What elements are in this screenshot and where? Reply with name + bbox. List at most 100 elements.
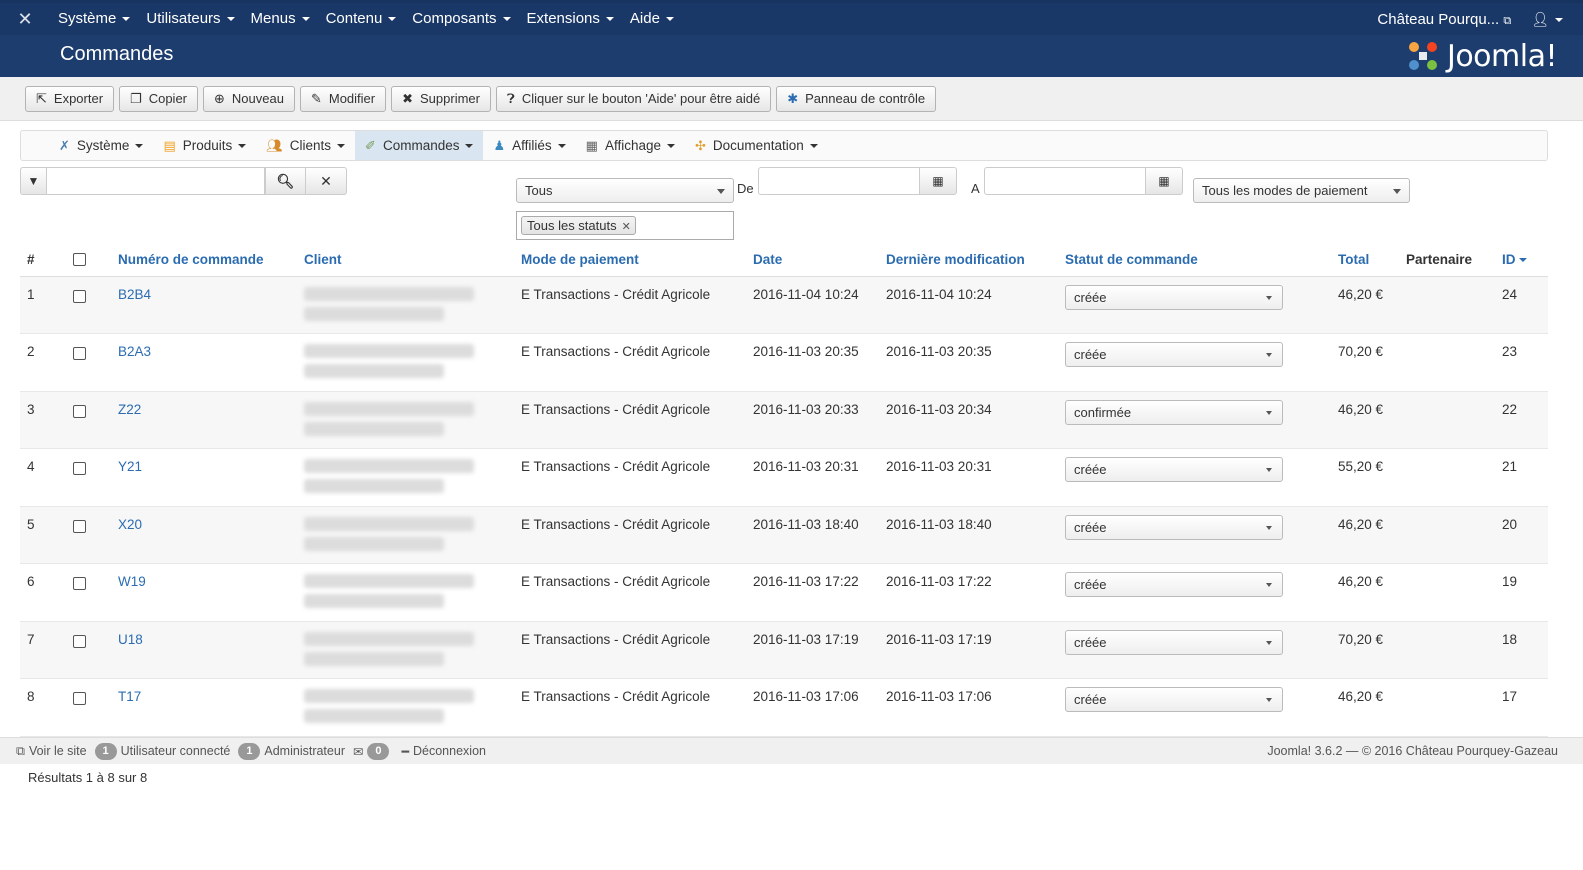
menu-extensions[interactable]: Extensions [519,3,622,35]
select-all-checkbox[interactable] [73,252,86,266]
minus-icon: ━ [401,744,409,759]
row-checkbox[interactable] [73,347,86,360]
admin-label: Administrateur [264,744,345,758]
export-button[interactable]: ⇱ Exporter [25,85,115,112]
status-multiselect[interactable]: Tous les statuts ✕ [516,211,734,240]
menu-utilisateurs[interactable]: Utilisateurs [138,3,242,35]
filter-icon[interactable]: ▼ [20,167,47,195]
help-button[interactable]: ❓︎ Cliquer sur le bouton 'Aide' pour être… [495,85,772,112]
logout-link[interactable]: ━ Déconnexion [401,744,486,759]
col-date[interactable]: Date [746,243,879,277]
logged-admins[interactable]: 1 Administrateur [238,742,345,760]
status-cell: créée [1058,276,1331,334]
row-checkbox[interactable] [73,577,86,590]
button-label: Modifier [328,91,376,106]
order-number-link[interactable]: X20 [118,517,142,532]
remove-tag-icon[interactable]: ✕ [622,221,631,233]
status-cell: créée [1058,621,1331,679]
copy-button[interactable]: ❐ Copier [119,85,198,112]
date-to-input[interactable] [984,167,1146,195]
table-row: 2 B2A3 E Transactions - Crédit Agricole 201… [20,333,1548,392]
client-name-redacted [304,344,474,358]
row-number: 4 [20,448,66,507]
submenu-systeme[interactable]: ✗ Système [49,131,153,160]
edit-button[interactable]: ✎ Modifier [299,85,387,112]
payment-mode-select[interactable]: Tous les modes de paiement [1193,178,1410,203]
col-id[interactable]: ID [1495,243,1548,277]
col-status[interactable]: Statut de commande [1058,243,1331,277]
row-number: 3 [20,391,66,449]
logged-users[interactable]: 1 Utilisateur connecté [94,742,230,760]
status-cell: créée [1058,448,1331,507]
row-checkbox-cell [66,448,111,507]
search-input[interactable] [47,167,265,195]
total-cell: 70,20 € [1331,333,1399,392]
client-cell [297,276,514,334]
col-total[interactable]: Total [1331,243,1399,277]
joomla-menu-icon[interactable]: ✕ [0,3,50,35]
order-status-select[interactable]: créée [1065,572,1283,597]
order-number-link[interactable]: Y21 [118,459,142,474]
order-number-cell: Y21 [111,448,297,507]
type-select[interactable]: Tous [516,178,734,203]
close-icon: ✖ [402,90,414,106]
date-from-input[interactable] [758,167,920,195]
col-payment[interactable]: Mode de paiement [514,243,746,277]
order-number-cell: X20 [111,506,297,564]
order-status-select[interactable]: créée [1065,514,1283,540]
delete-button[interactable]: ✖ Supprimer [391,85,491,112]
order-status-select[interactable]: créée [1065,687,1283,712]
row-checkbox[interactable] [73,519,86,533]
col-order-number[interactable]: Numéro de commande [111,243,297,277]
row-checkbox[interactable] [73,692,86,705]
row-checkbox[interactable] [73,634,86,648]
row-checkbox[interactable] [73,404,86,418]
site-link[interactable]: Château Pourqu... ⧉ [1367,11,1521,28]
total-cell: 46,20 € [1331,391,1399,449]
messages[interactable]: ✉ 0 [353,742,393,760]
menu-contenu[interactable]: Contenu [318,3,405,35]
col-client[interactable]: Client [297,243,514,277]
order-status-select[interactable]: créée [1065,342,1283,367]
submenu-produits[interactable]: ▤ Produits [153,131,256,160]
order-number-link[interactable]: U18 [118,632,143,647]
caret-down-icon [135,143,144,148]
view-site-label: Voir le site [28,744,87,758]
search-button[interactable]: 🔍︎ [265,167,306,195]
calendar-to-button[interactable]: ▦ [1145,167,1183,195]
order-status-select[interactable]: créée [1065,629,1283,655]
submenu-affilies[interactable]: ♟ Affiliés [483,131,575,160]
order-status-select[interactable]: créée [1065,284,1283,310]
order-status-select[interactable]: créée [1065,457,1283,482]
calendar-icon: ▦ [1158,174,1170,188]
calendar-from-button[interactable]: ▦ [919,167,957,195]
control-panel-button[interactable]: ✱ Panneau de contrôle [776,85,937,112]
order-number-link[interactable]: B2B4 [118,287,151,302]
menu-systeme[interactable]: Système [50,3,138,35]
status-cell: créée [1058,678,1331,737]
user-menu[interactable]: 👤︎ [1521,11,1573,28]
table-row: 5 X20 E Transactions - Crédit Agricole 2016… [20,506,1548,564]
menu-menus[interactable]: Menus [243,3,318,35]
caret-down-icon [665,17,674,22]
order-number-link[interactable]: T17 [118,689,141,704]
documentation-icon: ✣ [695,137,706,153]
order-status-select[interactable]: confirmée [1065,399,1283,425]
row-checkbox[interactable] [73,462,86,475]
view-site-link[interactable]: ⧉ Voir le site [16,744,87,759]
menu-composants[interactable]: Composants [404,3,518,35]
external-link-icon: ⧉ [1503,14,1512,27]
row-checkbox[interactable] [73,289,86,303]
submenu-clients[interactable]: 👥︎ Clients [256,131,355,160]
client-email-redacted [304,536,444,551]
col-modified[interactable]: Dernière modification [879,243,1058,277]
new-button[interactable]: ⊕ Nouveau [203,85,295,112]
order-number-link[interactable]: W19 [118,574,146,589]
order-number-link[interactable]: Z22 [118,402,141,417]
submenu-affichage[interactable]: ▦ Affichage [576,131,685,160]
order-number-link[interactable]: B2A3 [118,344,151,359]
submenu-commandes[interactable]: ✐ Commandes [355,131,484,160]
clear-search-button[interactable]: ✕ [306,167,347,195]
menu-aide[interactable]: Aide [622,3,682,35]
submenu-documentation[interactable]: ✣ Documentation [685,131,828,160]
